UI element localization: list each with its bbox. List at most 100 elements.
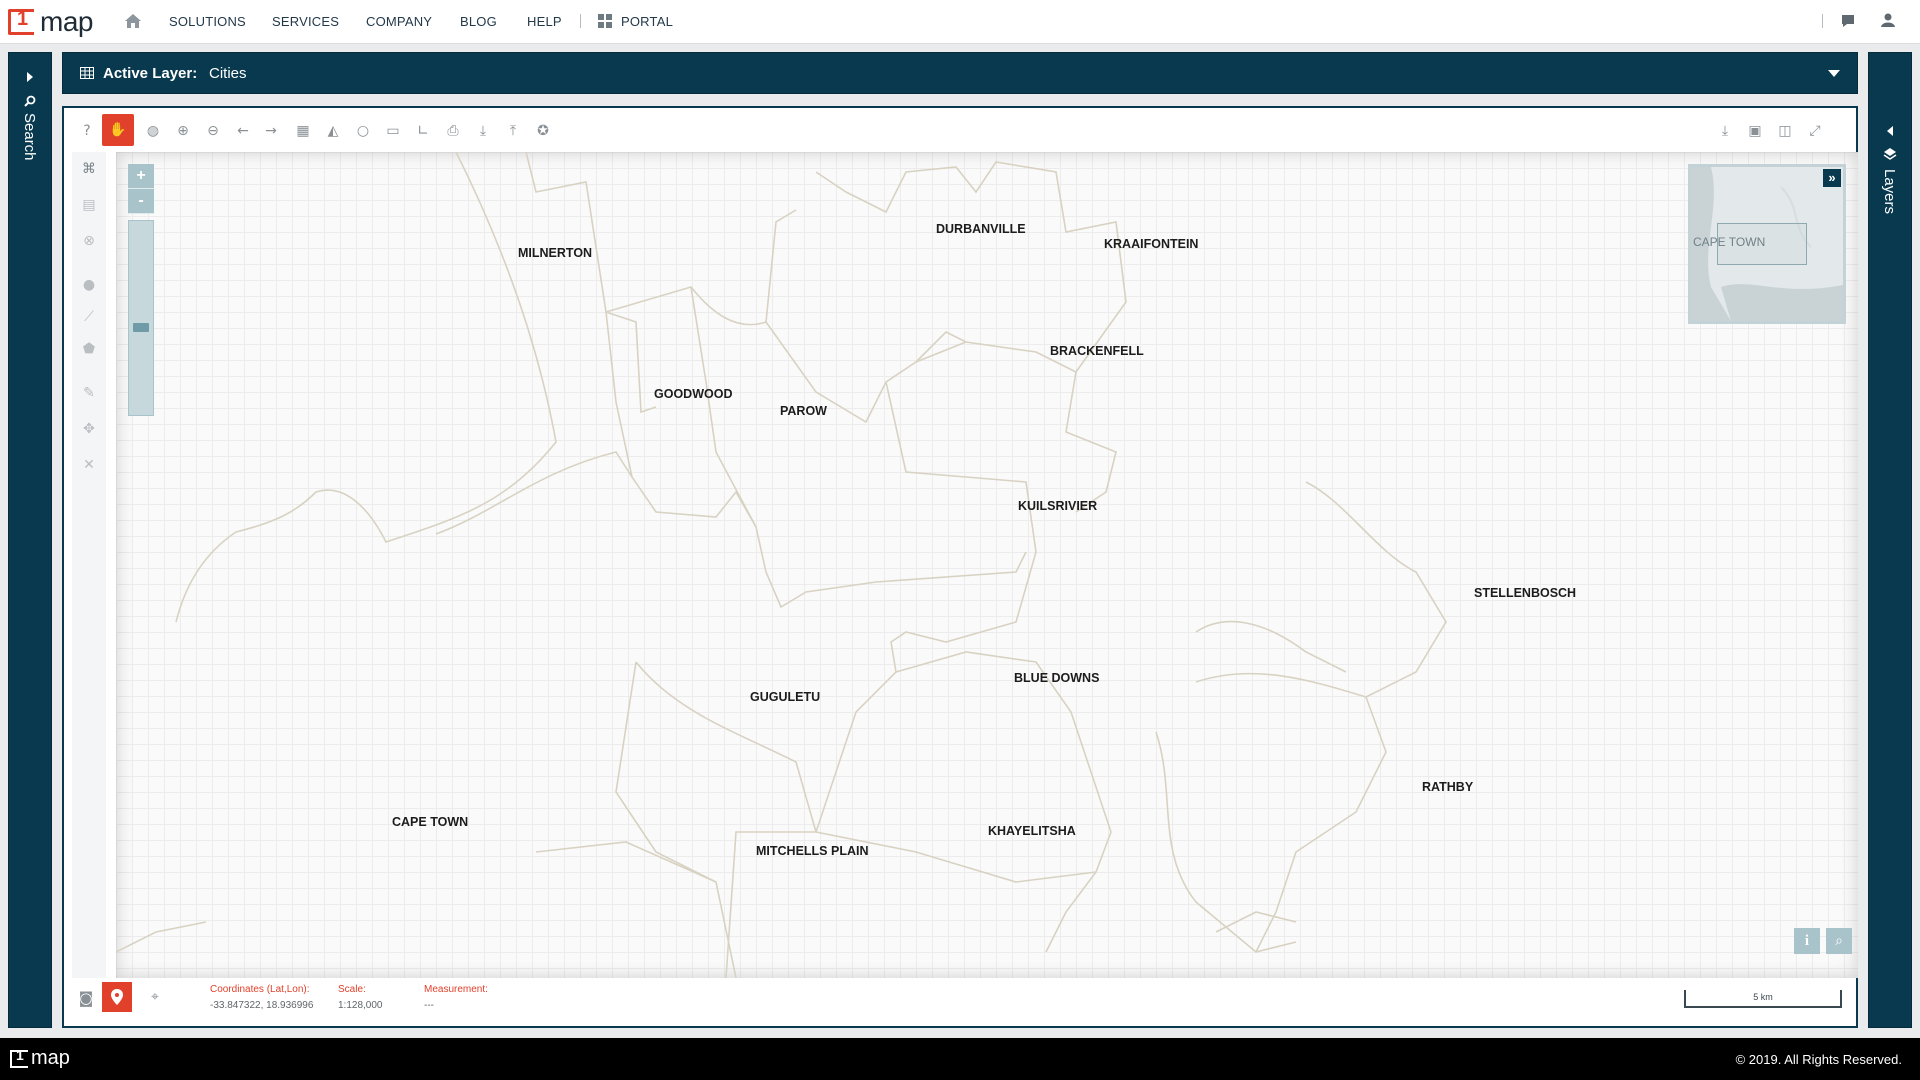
- city-label: GUGULETU: [750, 690, 821, 704]
- pencil-icon[interactable]: ✎: [74, 378, 104, 408]
- search-icon: [24, 95, 36, 107]
- map-frame: ? ✋ ◍ ⊕ ⊖ ← → ▦ ◭ ○ ▭ ∟ ⎙ ⤓ ⤒ ✪ ⤓ ▣ ◫ ⤢ …: [62, 106, 1858, 1028]
- layers-icon: [1883, 148, 1897, 160]
- coordinates-label: Coordinates (Lat,Lon):: [210, 984, 310, 995]
- image-icon[interactable]: ▣: [1740, 116, 1770, 146]
- city-label: KUILSRIVIER: [1018, 499, 1098, 513]
- zoom-slider[interactable]: [128, 220, 154, 416]
- scale-value: 1:128,000: [338, 1000, 383, 1011]
- zoom-in-button[interactable]: +: [128, 164, 154, 189]
- footer: 1 map © 2019. All Rights Reserved.: [0, 1038, 1920, 1080]
- crosshair-icon[interactable]: ⌖: [142, 984, 168, 1010]
- delete-icon[interactable]: ✕: [74, 450, 104, 480]
- top-navigation: 1 map SOLUTIONS SERVICES COMPANY BLOG HE…: [0, 0, 1920, 44]
- pan-hand-icon[interactable]: ✋: [102, 114, 134, 146]
- print-icon[interactable]: ⎙: [438, 116, 468, 146]
- measurement-value: ---: [424, 1000, 434, 1011]
- globe-icon[interactable]: ◍: [138, 116, 168, 146]
- active-layer-prefix: Active Layer:: [103, 65, 198, 82]
- draw-circle-icon[interactable]: ●: [74, 270, 104, 300]
- city-label: DURBANVILLE: [936, 222, 1026, 236]
- binoculars-icon[interactable]: ⌘: [74, 154, 104, 184]
- settings-wheel-icon[interactable]: ✪: [528, 116, 558, 146]
- nav-portal[interactable]: PORTAL: [621, 14, 673, 29]
- overview-map[interactable]: CAPE TOWN »: [1688, 164, 1846, 324]
- nav-solutions[interactable]: SOLUTIONS: [169, 14, 246, 29]
- active-layer-name: Cities: [209, 65, 247, 82]
- zoom-out-icon[interactable]: ⊖: [198, 116, 228, 146]
- location-pin-button[interactable]: [102, 982, 132, 1012]
- city-label: STELLENBOSCH: [1474, 586, 1577, 600]
- table-icon: [80, 67, 94, 79]
- area-chart-icon[interactable]: ◭: [318, 116, 348, 146]
- scale-bar: 5 km: [1684, 990, 1842, 1008]
- chat-icon[interactable]: [1840, 13, 1856, 29]
- overview-label: CAPE TOWN: [1693, 235, 1766, 249]
- zoom-in-icon[interactable]: ⊕: [168, 116, 198, 146]
- forward-arrow-icon[interactable]: →: [256, 116, 286, 146]
- split-view-icon[interactable]: ◫: [1770, 116, 1800, 146]
- search-panel-label[interactable]: Search: [21, 113, 38, 161]
- collapse-arrow-icon[interactable]: [1886, 126, 1894, 136]
- nav-blog[interactable]: BLOG: [460, 14, 497, 29]
- city-label: BLUE DOWNS: [1014, 671, 1100, 685]
- city-label: RATHBY: [1422, 780, 1474, 794]
- city-boundaries: [116, 152, 1447, 978]
- move-icon[interactable]: ✥: [74, 414, 104, 444]
- nav-divider: [580, 14, 581, 28]
- user-icon[interactable]: [1880, 12, 1896, 28]
- expand-arrow-icon[interactable]: [26, 72, 34, 82]
- scale-bar-label: 5 km: [1753, 992, 1773, 1002]
- home-icon[interactable]: [124, 13, 142, 29]
- active-layer-bar[interactable]: Active Layer: Cities: [62, 52, 1858, 94]
- table-view-icon[interactable]: ▦: [288, 116, 318, 146]
- map-canvas[interactable]: MILNERTON DURBANVILLE KRAAIFONTEIN BRACK…: [116, 152, 1858, 978]
- nav-divider: [1822, 14, 1823, 28]
- fullscreen-icon[interactable]: ⤢: [1800, 116, 1830, 146]
- city-label: KHAYELITSHA: [988, 824, 1076, 838]
- footer-logo[interactable]: 1 map: [10, 1047, 70, 1070]
- city-label: PAROW: [780, 404, 827, 418]
- ruler-icon[interactable]: ▭: [378, 116, 408, 146]
- nav-help[interactable]: HELP: [527, 14, 562, 29]
- clear-circle-icon[interactable]: ⊗: [74, 226, 104, 256]
- city-label: MILNERTON: [518, 246, 593, 260]
- map-sheet-icon[interactable]: ▤: [74, 190, 104, 220]
- camera-icon[interactable]: ◙: [74, 986, 98, 1010]
- copyright-text: © 2019. All Rights Reserved.: [1735, 1052, 1902, 1067]
- scale-label: Scale:: [338, 984, 366, 995]
- layers-panel-label[interactable]: Layers: [1881, 169, 1898, 214]
- upload-icon[interactable]: ⤒: [498, 116, 528, 146]
- search-panel[interactable]: Search: [8, 52, 52, 1028]
- footer-logo-one: 1: [16, 1047, 24, 1063]
- brand-logo[interactable]: 1 map: [8, 6, 93, 38]
- city-label: BRACKENFELL: [1050, 344, 1144, 358]
- city-label: GOODWOOD: [654, 387, 733, 401]
- circle-select-icon[interactable]: ○: [348, 116, 378, 146]
- zoom-slider-handle[interactable]: [133, 323, 149, 332]
- download-icon[interactable]: ⤓: [468, 116, 498, 146]
- grid-icon: [598, 14, 612, 28]
- logo-text: map: [40, 6, 93, 37]
- info-button[interactable]: i: [1794, 928, 1820, 954]
- angle-icon[interactable]: ∟: [408, 116, 438, 146]
- nav-company[interactable]: COMPANY: [366, 14, 432, 29]
- attachment-icon[interactable]: ⌕: [1826, 928, 1852, 954]
- zoom-out-button[interactable]: -: [128, 189, 154, 214]
- pin-icon: [111, 989, 123, 1005]
- city-label: KRAAIFONTEIN: [1104, 237, 1199, 251]
- layers-panel[interactable]: Layers: [1868, 52, 1912, 1028]
- draw-line-icon[interactable]: ⟋: [74, 302, 104, 332]
- export-icon[interactable]: ⤓: [1710, 116, 1740, 146]
- measurement-label: Measurement:: [424, 984, 488, 995]
- chevron-down-icon[interactable]: [1828, 70, 1840, 78]
- city-label: MITCHELLS PLAIN: [756, 844, 869, 858]
- zoom-control: + -: [128, 164, 154, 416]
- logo-one: 1: [17, 8, 29, 30]
- draw-polygon-icon[interactable]: ⬟: [74, 334, 104, 364]
- overview-toggle-button[interactable]: »: [1823, 169, 1841, 187]
- footer-logo-text: map: [31, 1047, 70, 1069]
- back-arrow-icon[interactable]: ←: [228, 116, 258, 146]
- help-icon[interactable]: ?: [72, 116, 102, 146]
- nav-services[interactable]: SERVICES: [272, 14, 339, 29]
